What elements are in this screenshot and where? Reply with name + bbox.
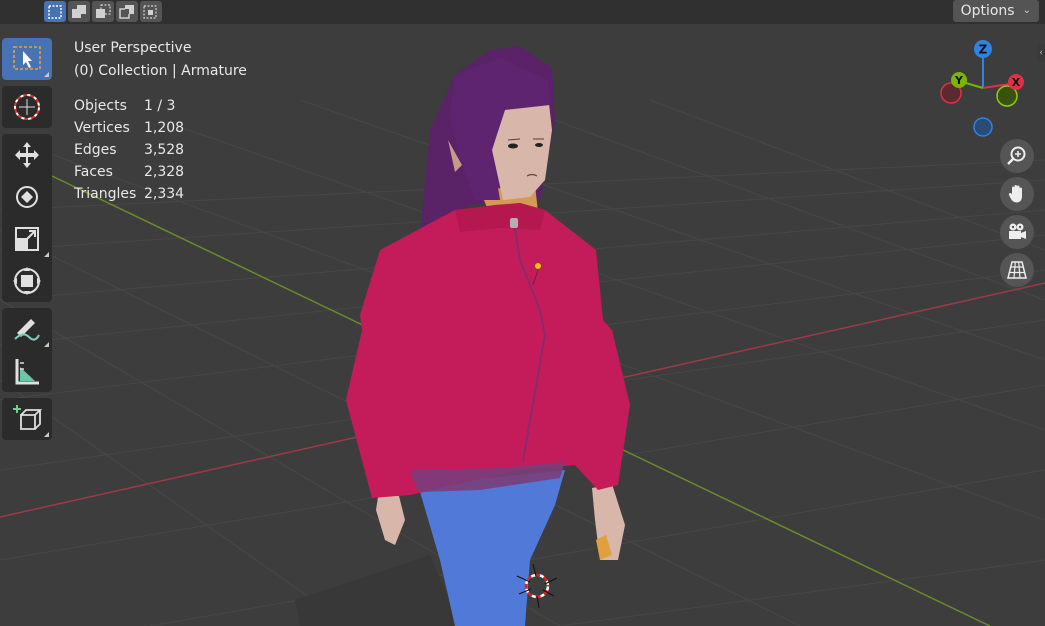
stat-label: Objects — [74, 98, 127, 114]
select-subtract-icon — [96, 3, 111, 18]
stat-row-objects: Objects 1 / 3 — [74, 95, 184, 117]
select-invert-icon — [119, 4, 134, 19]
stat-row-vertices: Vertices 1,208 — [74, 117, 184, 139]
scene-statistics: Objects 1 / 3 Vertices 1,208 Edges 3,528… — [74, 95, 184, 205]
pencil-icon — [14, 319, 40, 341]
add-cube-tool[interactable] — [2, 398, 52, 440]
select-subtract-mode-button[interactable] — [92, 1, 114, 22]
stat-value: 2,328 — [144, 164, 185, 180]
scale-icon — [15, 227, 39, 251]
select-intersect-icon — [143, 4, 157, 19]
z-axis-label: Z — [979, 43, 988, 57]
ortho-toggle-button[interactable] — [1000, 253, 1034, 287]
view-name: User Perspective — [74, 40, 192, 56]
select-cursor-icon — [13, 46, 41, 70]
select-box-icon — [48, 4, 62, 19]
selection-mode-group — [44, 1, 164, 23]
stat-label: Edges — [74, 142, 117, 158]
stat-row-edges: Edges 3,528 — [74, 139, 184, 161]
grid-ortho-icon — [1007, 261, 1027, 279]
3d-viewport[interactable] — [0, 0, 1045, 626]
navigation-gizmo[interactable]: Z Y X — [935, 38, 1035, 138]
stat-value: 2,334 — [144, 186, 185, 202]
transform-icon — [13, 267, 41, 295]
viewport-scene — [0, 46, 1045, 626]
y-axis-label: Y — [954, 74, 964, 87]
select-intersect-mode-button[interactable] — [140, 1, 162, 22]
rotate-tool[interactable] — [2, 176, 52, 218]
options-label: Options — [960, 3, 1015, 19]
select-box-tool[interactable] — [2, 38, 52, 80]
x-axis-label: X — [1012, 76, 1021, 89]
measure-tool[interactable] — [2, 350, 52, 392]
sidebar-toggle-chevron-icon[interactable]: ‹ — [1037, 44, 1045, 62]
select-invert-mode-button[interactable] — [116, 1, 138, 22]
zoom-icon — [1007, 146, 1026, 165]
stat-label: Vertices — [74, 120, 130, 136]
stat-value: 1,208 — [144, 120, 185, 136]
move-tool[interactable] — [2, 134, 52, 176]
select-extend-icon — [72, 4, 86, 18]
chevron-down-icon: ⌄ — [1022, 5, 1031, 16]
character-model[interactable] — [346, 46, 630, 626]
jacket — [346, 203, 630, 498]
stat-value: 1 / 3 — [144, 98, 176, 114]
zoom-button[interactable] — [1000, 139, 1034, 173]
cursor-tool[interactable] — [2, 86, 52, 128]
stat-label: Triangles — [74, 186, 137, 202]
viewport-header: Options ⌄ — [0, 0, 1045, 24]
camera-icon — [1009, 223, 1026, 239]
options-dropdown[interactable]: Options ⌄ — [952, 0, 1039, 22]
rotate-icon — [16, 186, 38, 208]
select-extend-mode-button[interactable] — [68, 1, 90, 22]
tool-shelf — [2, 38, 52, 446]
neg-z-axis-handle[interactable] — [973, 117, 993, 137]
stat-label: Faces — [74, 164, 113, 180]
collection-info: (0) Collection | Armature — [74, 63, 247, 79]
pan-button[interactable] — [1000, 177, 1034, 211]
move-arrows-icon — [15, 142, 39, 168]
camera-view-button[interactable] — [1000, 215, 1034, 249]
viewport-info: User Perspective (0) Collection | Armatu… — [74, 37, 247, 83]
floor-shadow — [295, 555, 460, 626]
stat-value: 3,528 — [144, 142, 185, 158]
stat-row-triangles: Triangles 2,334 — [74, 183, 184, 205]
ruler-icon — [15, 359, 39, 385]
select-new-mode-button[interactable] — [44, 1, 66, 22]
left-hand — [376, 492, 405, 545]
scale-tool[interactable] — [2, 218, 52, 260]
transform-tool[interactable] — [2, 260, 52, 302]
annotate-tool[interactable] — [2, 308, 52, 350]
hand-pan-icon — [1008, 185, 1022, 203]
3d-cursor-tool-icon — [14, 94, 40, 120]
stat-row-faces: Faces 2,328 — [74, 161, 184, 183]
navigation-buttons — [1000, 139, 1034, 291]
add-cube-icon — [13, 405, 43, 430]
